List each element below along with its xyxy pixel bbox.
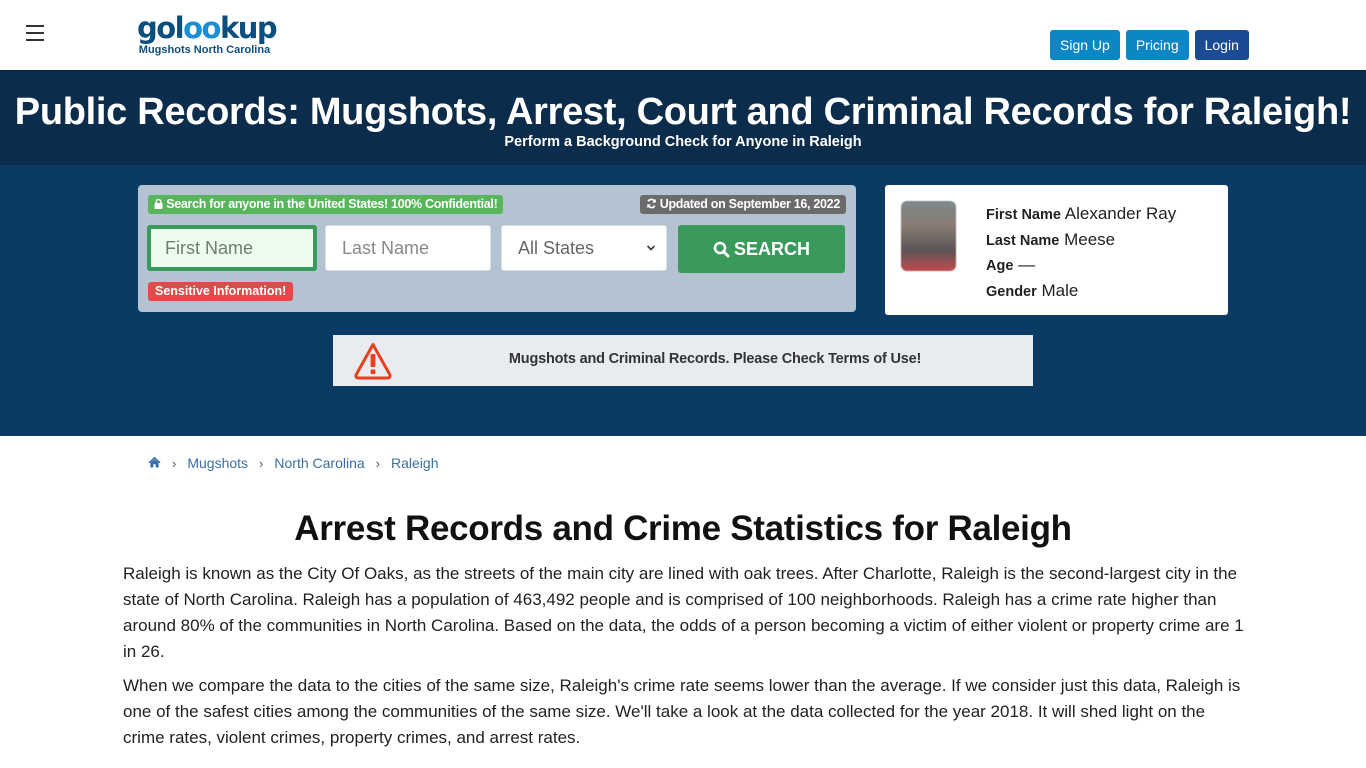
age-value: — [1018, 255, 1036, 274]
age-row: Age — [986, 253, 1176, 279]
first-name-input[interactable]: First Name [147, 225, 317, 271]
search-form: Search for anyone in the United States! … [138, 185, 856, 312]
warning-text: Mugshots and Criminal Records. Please Ch… [508, 351, 922, 367]
article-paragraph: When we compare the data to the cities o… [123, 676, 1241, 747]
pricing-button[interactable]: Pricing [1125, 30, 1189, 60]
age-label: Age [986, 258, 1014, 274]
top-navbar: golookup Mugshots North Carolina Sign Up… [0, 0, 1366, 71]
breadcrumb-north-carolina[interactable]: North Carolina [274, 455, 364, 471]
last-name-label: Last Name [986, 232, 1060, 249]
terms-warning-bar: Mugshots and Criminal Records. Please Ch… [333, 335, 1033, 386]
search-button[interactable]: SEARCH [678, 225, 845, 273]
updated-badge: Updated on September 16, 2022 [639, 195, 846, 214]
lock-icon [154, 198, 163, 209]
person-card[interactable]: First Name Alexander Ray Last Name Meese… [885, 185, 1228, 315]
sign-up-button[interactable]: Sign Up [1050, 30, 1120, 60]
first-name-label: First Name [986, 207, 1061, 223]
hero-title: Public Records: Mugshots, Arrest, Court … [14, 91, 1352, 133]
breadcrumb-raleigh[interactable]: Raleigh [391, 455, 438, 471]
last-name-value: Meese [1064, 229, 1116, 249]
auth-buttons: Sign Up Pricing Login [1050, 30, 1249, 60]
confidential-badge-text: Search for anyone in the United States! … [166, 197, 498, 211]
chevron-right-icon: › [259, 455, 264, 471]
hero-banner: Public Records: Mugshots, Arrest, Court … [0, 71, 1366, 165]
hero-subtitle: Perform a Background Check for Anyone in… [504, 134, 862, 150]
state-select-value: All States [518, 238, 595, 258]
article-paragraph: Raleigh is known as the City Of Oaks, as… [123, 564, 1244, 661]
search-button-label: SEARCH [733, 238, 810, 259]
home-icon[interactable] [148, 455, 161, 471]
last-name-row: Last Name Meese [986, 228, 1176, 254]
hamburger-icon[interactable] [26, 25, 44, 41]
breadcrumb: › Mugshots › North Carolina › Raleigh [148, 455, 438, 471]
gender-label: Gender [986, 283, 1037, 300]
breadcrumb-mugshots[interactable]: Mugshots [187, 455, 248, 471]
logo-subtitle: Mugshots North Carolina [138, 44, 271, 56]
login-button[interactable]: Login [1194, 30, 1249, 60]
logo-wordmark: golookup [137, 11, 278, 45]
chevron-right-icon: › [375, 455, 380, 471]
article-title: Arrest Records and Crime Statistics for … [294, 509, 1072, 548]
chevron-right-icon: › [172, 455, 177, 471]
person-info: First Name Alexander Ray Last Name Meese… [986, 202, 1176, 304]
last-name-placeholder: Last Name [342, 238, 430, 258]
gender-value: Male [1041, 280, 1079, 300]
person-avatar [901, 201, 956, 271]
last-name-input[interactable]: Last Name [325, 225, 491, 271]
confidential-badge: Search for anyone in the United States! … [148, 195, 504, 214]
first-name-value: Alexander Ray [1064, 204, 1177, 223]
state-select[interactable]: All States [501, 225, 667, 271]
sensitive-info-badge: Sensitive Information! [148, 282, 294, 301]
search-section: Search for anyone in the United States! … [0, 165, 1366, 436]
chevron-down-icon [646, 226, 656, 288]
updated-badge-text: Updated on September 16, 2022 [659, 197, 841, 211]
first-name-row: First Name Alexander Ray [986, 202, 1176, 228]
site-logo[interactable]: golookup Mugshots North Carolina [137, 11, 278, 56]
gender-row: Gender Male [986, 279, 1176, 305]
first-name-placeholder: First Name [165, 238, 254, 258]
refresh-icon [646, 198, 656, 209]
search-icon [713, 241, 730, 257]
